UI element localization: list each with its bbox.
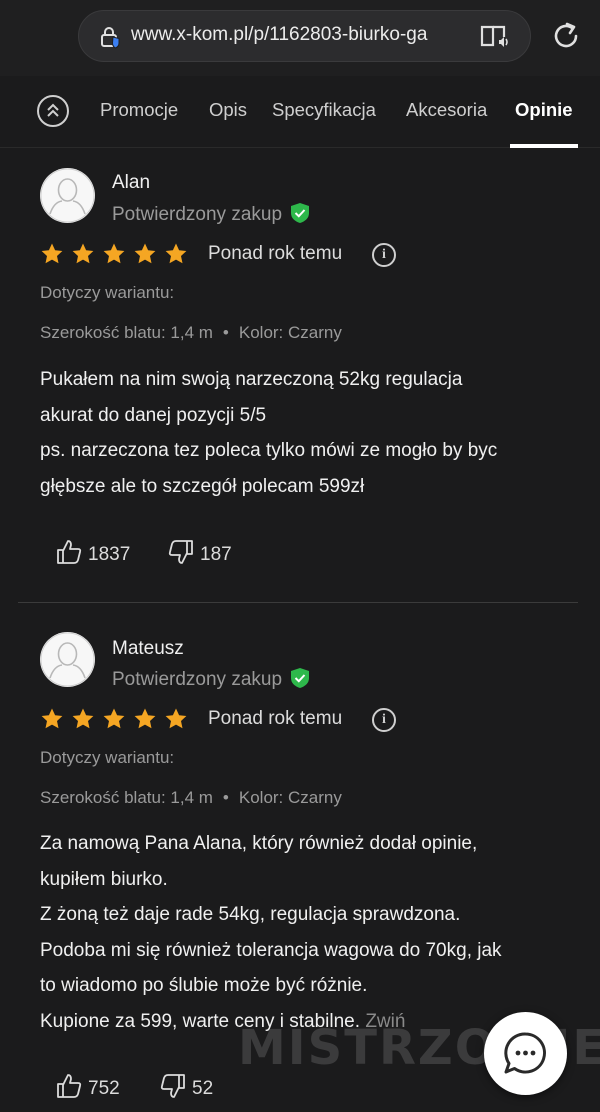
info-icon[interactable]: i: [372, 243, 396, 267]
variant-width: Szerokość blatu: 1,4 m: [40, 323, 213, 342]
review-body: Za namową Pana Alana, który również doda…: [40, 826, 570, 1039]
review-body: Pukałem na nim swoją narzeczoną 52kg reg…: [40, 362, 570, 504]
review-author: Mateusz: [112, 638, 184, 659]
star-icon: [165, 243, 187, 264]
review-date: Ponad rok temu: [208, 708, 343, 729]
thumb-up-icon: [57, 1074, 82, 1098]
variant-color: Kolor: Czarny: [238, 323, 342, 342]
review-line: Z żoną też daje rade 54kg, regulacja spr…: [40, 904, 461, 925]
tab-opis[interactable]: Opis: [209, 99, 247, 121]
star-icon: [103, 708, 125, 729]
dislike-count: 52: [192, 1078, 214, 1099]
review-line: Podoba mi się również tolerancja wagowa …: [40, 939, 502, 961]
like-button[interactable]: 1837: [55, 538, 130, 566]
star-icon: [103, 243, 125, 264]
star-icon: [134, 243, 156, 264]
variant-details: Szerokość blatu: 1,4 m • Kolor: Czarny: [40, 788, 342, 808]
star-icon: [134, 708, 156, 729]
variant-label: Dotyczy wariantu:: [40, 748, 175, 767]
chat-bubble-icon: [504, 1032, 546, 1074]
reader-mode-icon[interactable]: [479, 23, 511, 51]
address-bar[interactable]: www.x-kom.pl/p/1162803-biurko-ga: [78, 10, 531, 62]
active-tab-indicator: [510, 144, 578, 148]
review-line: akurat do danej pozycji 5/5: [40, 404, 267, 426]
review-line: ps. narzeczona tez poleca tylko mówi ze …: [40, 440, 498, 461]
verified-label: Potwierdzony zakup: [112, 669, 283, 690]
reload-icon[interactable]: [550, 20, 582, 52]
tab-specyfikacja[interactable]: Specyfikacja: [272, 99, 376, 121]
like-count: 1837: [88, 544, 131, 565]
tab-opinie[interactable]: Opinie: [515, 99, 573, 121]
thumb-down-icon: [160, 1074, 185, 1098]
review-line: to wiadomo po ślubie może być różnie.: [40, 975, 368, 996]
rating-stars: [40, 242, 195, 268]
variant-color: Kolor: Czarny: [238, 788, 342, 807]
separator-dot: •: [222, 788, 229, 807]
variant-details: Szerokość blatu: 1,4 m • Kolor: Czarny: [40, 323, 342, 343]
verified-purchase: Potwierdzony zakup: [112, 202, 310, 226]
url-text[interactable]: www.x-kom.pl/p/1162803-biurko-ga: [131, 24, 461, 50]
like-button[interactable]: 752: [55, 1072, 120, 1100]
verified-shield-icon: [291, 668, 310, 688]
like-count: 752: [88, 1078, 120, 1099]
tab-promocje[interactable]: Promocje: [100, 99, 178, 121]
star-icon: [165, 708, 187, 729]
dislike-button[interactable]: 187: [167, 538, 232, 566]
review-author: Alan: [112, 172, 151, 193]
variant-label: Dotyczy wariantu:: [40, 283, 175, 302]
thumb-up-icon: [57, 540, 82, 564]
star-icon: [72, 708, 94, 729]
review-date: Ponad rok temu: [208, 243, 343, 264]
review-line: Za namową Pana Alana, który również doda…: [40, 833, 478, 854]
review-line: kupiłem biurko.: [40, 868, 168, 890]
review-line: głębsze ale to szczegół polecam 599zł: [40, 475, 365, 497]
thumb-down-icon: [168, 540, 193, 564]
separator-dot: •: [222, 323, 229, 342]
chevrons-up-icon[interactable]: [37, 95, 69, 127]
verified-shield-icon: [291, 203, 310, 223]
variant-width: Szerokość blatu: 1,4 m: [40, 788, 213, 807]
verified-label: Potwierdzony zakup: [112, 204, 283, 225]
tab-akcesoria[interactable]: Akcesoria: [406, 99, 487, 121]
verified-purchase: Potwierdzony zakup: [112, 667, 310, 691]
chat-button[interactable]: [484, 1012, 567, 1095]
avatar: [40, 168, 95, 223]
star-icon: [41, 708, 63, 729]
lock-shield-icon[interactable]: [99, 25, 123, 49]
dislike-button[interactable]: 52: [159, 1072, 213, 1100]
rating-stars: [40, 707, 195, 733]
avatar: [40, 632, 95, 687]
dislike-count: 187: [200, 544, 232, 565]
browser-toolbar: www.x-kom.pl/p/1162803-biurko-ga: [0, 0, 600, 76]
star-icon: [72, 243, 94, 264]
review-line: Pukałem na nim swoją narzeczoną 52kg reg…: [40, 369, 463, 390]
product-tabs: Promocje Opis Specyfikacja Akcesoria Opi…: [0, 76, 600, 148]
review-divider: [18, 602, 578, 603]
info-icon[interactable]: i: [372, 708, 396, 732]
star-icon: [41, 243, 63, 264]
